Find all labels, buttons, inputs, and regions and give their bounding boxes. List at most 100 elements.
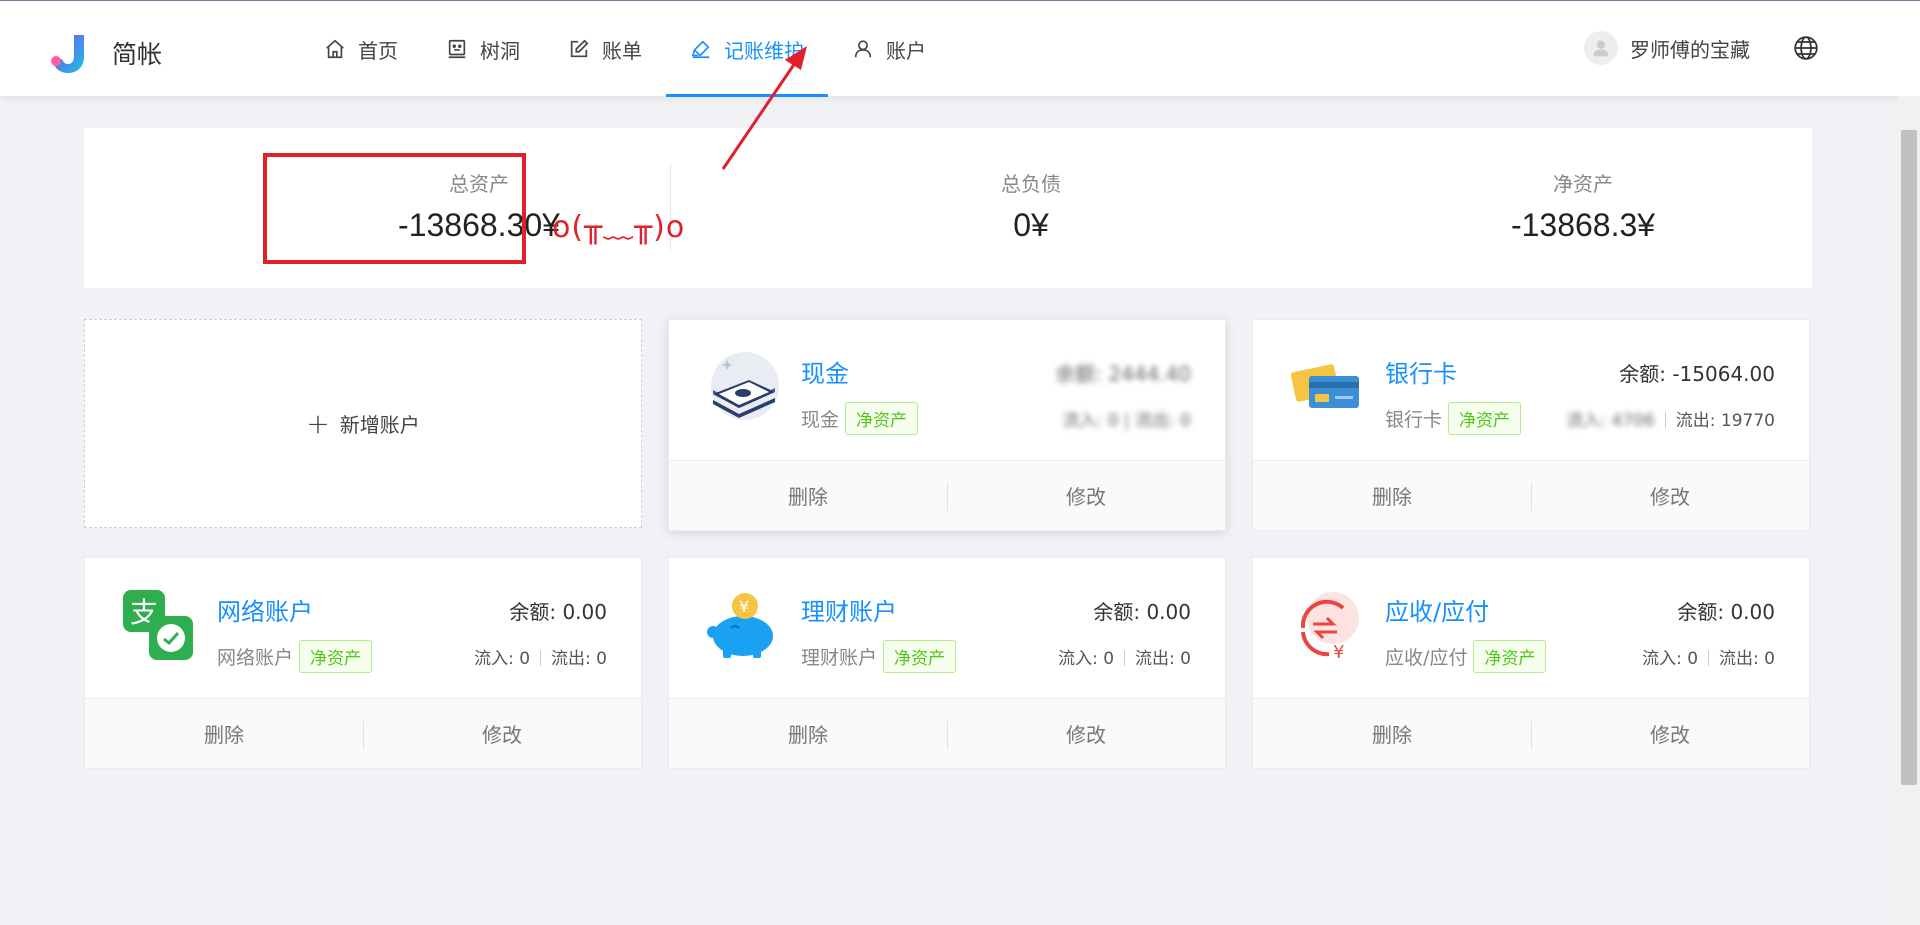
account-title[interactable]: 理财账户 xyxy=(801,592,897,627)
account-inflow: 流入: 4706 xyxy=(1566,411,1655,431)
account-balance: 余额: 0.00 xyxy=(1677,600,1775,624)
account-subtitle: 银行卡 净资产 xyxy=(1385,402,1522,435)
avatar[interactable] xyxy=(1584,31,1618,65)
home-icon xyxy=(326,39,344,59)
account-outflow: 流出: 0 xyxy=(1719,649,1775,669)
account-card-bank: 银行卡 银行卡 净资产 余额: -15064.00 流入: 4706 流出: 19… xyxy=(1252,319,1810,531)
plus-icon: + xyxy=(306,407,330,440)
delete-button[interactable]: 删除 xyxy=(669,461,947,530)
edit-button[interactable]: 修改 xyxy=(1531,699,1809,768)
piggy-bank-icon: ¥ xyxy=(707,593,773,658)
top-header: 简帐 首页 树洞 账单 记账维护 账户 罗师傅的宝藏 xyxy=(0,0,1920,97)
net-assets-label: 净资产 xyxy=(1553,172,1613,196)
account-balance: 余额: 2444.40 xyxy=(1055,362,1191,386)
account-type: 理财账户 xyxy=(801,647,878,669)
annotation-emoticon: o(╥﹏╥)o xyxy=(552,210,686,245)
card-actions: 删除 修改 xyxy=(1253,698,1809,768)
annotation-highlight-box xyxy=(263,153,526,264)
card-actions: 删除 修改 xyxy=(1253,460,1809,530)
stat-total-liabilities: 总负债 0¥ xyxy=(881,128,1181,288)
user-name: 罗师傅的宝藏 xyxy=(1630,37,1750,62)
nav-maintenance[interactable]: 记账维护 xyxy=(666,1,828,97)
edit-icon xyxy=(570,39,589,58)
nav-bills[interactable]: 账单 xyxy=(544,1,666,97)
account-card-receivable: ¥ 应收/应付 应收/应付 净资产 余额: 0.00 流入: 0 流出: 0 删除… xyxy=(1252,557,1810,769)
net-asset-tag: 净资产 xyxy=(299,640,373,673)
account-subtitle: 应收/应付 净资产 xyxy=(1385,640,1547,673)
bank-card-icon xyxy=(1290,364,1359,408)
delete-button[interactable]: 删除 xyxy=(669,699,947,768)
delete-button[interactable]: 删除 xyxy=(1253,461,1531,530)
card-actions: 删除 修改 xyxy=(669,460,1225,530)
user-menu[interactable]: 罗师傅的宝藏 xyxy=(1584,31,1750,65)
account-type: 银行卡 xyxy=(1385,409,1443,431)
account-subtitle: 理财账户 净资产 xyxy=(801,640,957,673)
card-body: ¥ 应收/应付 应收/应付 净资产 余额: 0.00 流入: 0 流出: 0 xyxy=(1253,558,1809,700)
flow-divider xyxy=(1664,412,1666,428)
nav-home-label: 首页 xyxy=(358,38,398,63)
alipay-wechat-icon: 支 xyxy=(123,590,193,660)
card-body: 支 网络账户 网络账户 净资产 余额: 0.00 流入: 0 流出: 0 xyxy=(85,558,641,700)
nav-bills-label: 账单 xyxy=(602,38,642,63)
nav-account[interactable]: 账户 xyxy=(828,1,950,97)
edit-button[interactable]: 修改 xyxy=(1531,461,1809,530)
main-nav: 首页 树洞 账单 记账维护 账户 xyxy=(300,1,950,97)
exchange-yuan-icon: ¥ xyxy=(1300,592,1359,662)
account-type: 应收/应付 xyxy=(1385,647,1468,669)
delete-button[interactable]: 删除 xyxy=(85,699,363,768)
account-flow: 流入: 0 流出: 0 xyxy=(1642,644,1775,669)
account-type: 现金 xyxy=(801,409,840,431)
nav-home[interactable]: 首页 xyxy=(300,1,422,97)
account-subtitle: 网络账户 净资产 xyxy=(217,640,373,673)
account-balance: 余额: -15064.00 xyxy=(1619,362,1775,386)
add-account-button[interactable]: + 新增账户 xyxy=(84,319,642,528)
net-asset-tag: 净资产 xyxy=(1448,402,1522,435)
globe-icon[interactable] xyxy=(1793,35,1819,61)
net-asset-tag: 净资产 xyxy=(1473,640,1547,673)
svg-text:¥: ¥ xyxy=(739,597,749,616)
card-body: 现金 现金 净资产 余额: 2444.40 流入: 0 | 流出: 0 xyxy=(669,320,1225,462)
net-asset-tag: 净资产 xyxy=(883,640,957,673)
flow-divider xyxy=(1124,650,1126,666)
account-type: 网络账户 xyxy=(217,647,294,669)
card-body: 银行卡 银行卡 净资产 余额: -15064.00 流入: 4706 流出: 19… xyxy=(1253,320,1809,462)
account-card-online: 支 网络账户 网络账户 净资产 余额: 0.00 流入: 0 流出: 0 删除 修… xyxy=(84,557,642,769)
account-inflow: 流入: 0 xyxy=(1642,649,1699,669)
nav-treehole[interactable]: 树洞 xyxy=(422,1,544,97)
card-body: ¥ 理财账户 理财账户 净资产 余额: 0.00 流入: 0 流出: 0 xyxy=(669,558,1225,700)
app-logo-icon[interactable] xyxy=(48,31,92,75)
account-card-cash: 现金 现金 净资产 余额: 2444.40 流入: 0 | 流出: 0 删除 修… xyxy=(668,319,1226,531)
card-actions: 删除 修改 xyxy=(85,698,641,768)
account-title[interactable]: 银行卡 xyxy=(1385,354,1457,389)
account-title[interactable]: 应收/应付 xyxy=(1385,592,1489,627)
add-account-label: 新增账户 xyxy=(339,413,420,437)
total-liabilities-value: 0¥ xyxy=(1013,207,1049,243)
account-inflow: 流入: 0 xyxy=(1058,649,1115,669)
account-title[interactable]: 现金 xyxy=(801,354,849,389)
highlighter-icon xyxy=(691,40,710,59)
nav-treehole-label: 树洞 xyxy=(480,38,520,63)
stat-net-assets: 净资产 -13868.3¥ xyxy=(1433,128,1733,288)
net-asset-tag: 净资产 xyxy=(845,402,919,435)
cash-stack-icon xyxy=(711,352,779,420)
flow-divider xyxy=(1708,650,1710,666)
delete-button[interactable]: 删除 xyxy=(1253,699,1531,768)
account-subtitle: 现金 净资产 xyxy=(801,402,919,435)
scrollbar-thumb[interactable] xyxy=(1901,130,1917,785)
account-title[interactable]: 网络账户 xyxy=(217,592,313,627)
robot-icon xyxy=(448,39,466,59)
account-flow: 流入: 0 流出: 0 xyxy=(1058,644,1191,669)
user-icon xyxy=(854,40,872,58)
edit-button[interactable]: 修改 xyxy=(947,461,1225,530)
card-actions: 删除 修改 xyxy=(669,698,1225,768)
user-avatar-icon xyxy=(1593,40,1609,57)
account-outflow: 流出: 0 xyxy=(551,649,607,669)
account-flow: 流入: 0 流出: 0 xyxy=(474,644,607,669)
edit-button[interactable]: 修改 xyxy=(363,699,641,768)
account-inflow: 流入: 0 xyxy=(474,649,531,669)
nav-maintenance-label: 记账维护 xyxy=(724,38,804,63)
edit-button[interactable]: 修改 xyxy=(947,699,1225,768)
account-flow: 流入: 0 | 流出: 0 xyxy=(1062,411,1191,431)
account-balance: 余额: 0.00 xyxy=(1093,600,1191,624)
net-assets-value: -13868.3¥ xyxy=(1510,207,1656,243)
